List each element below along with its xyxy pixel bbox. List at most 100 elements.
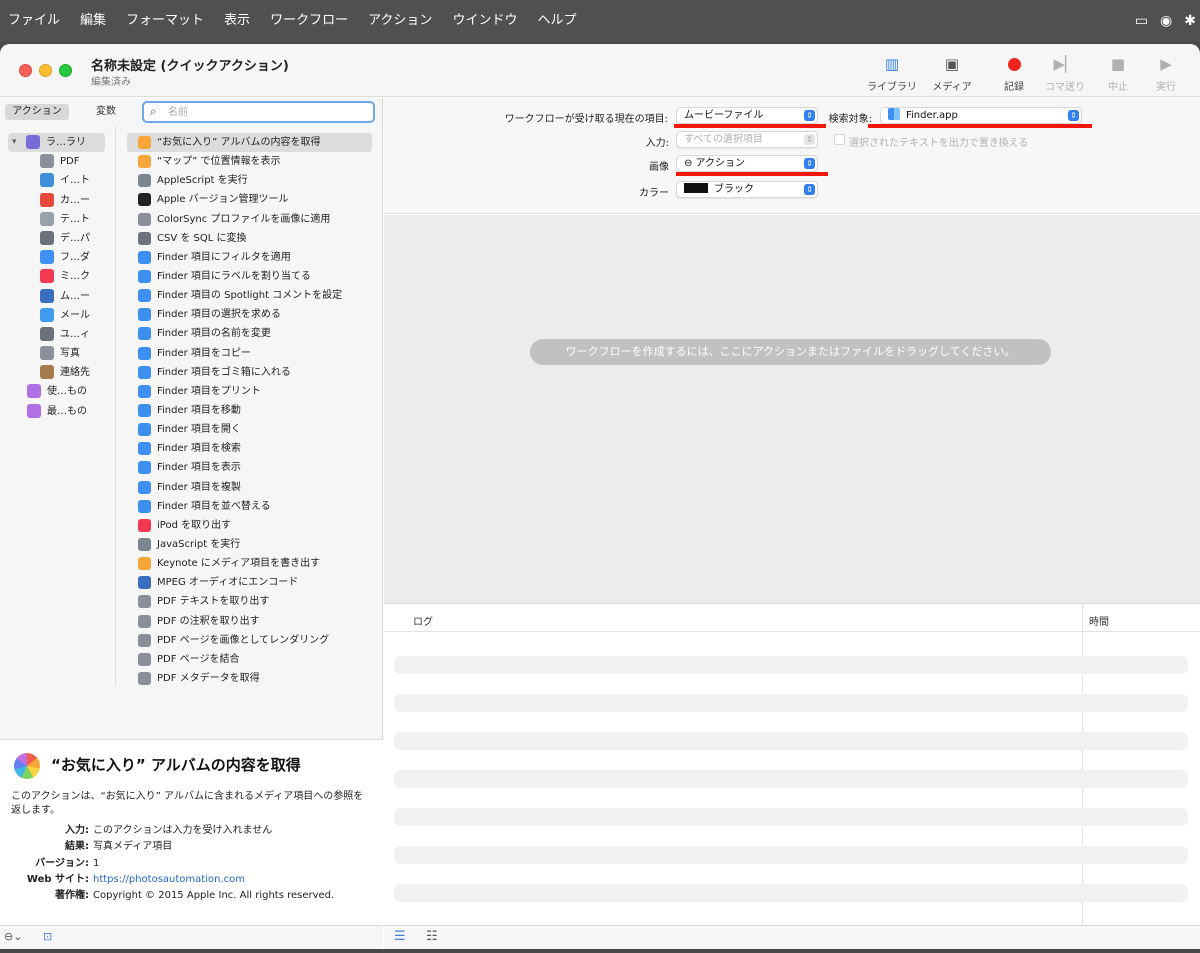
action-item[interactable]: PDF の注釈を取り出す [117,612,383,631]
library-item[interactable]: ユ…ィ [0,325,115,344]
action-item[interactable]: Finder 項目を開く [117,420,383,439]
action-item[interactable]: Finder 項目にフィルタを適用 [117,248,383,267]
action-item[interactable]: ColorSync プロファイルを画像に適用 [117,210,383,229]
action-item-label: Finder 項目を並べ替える [157,500,271,512]
receives-value: ムービーファイル [684,110,764,121]
action-item[interactable]: CSV を SQL に変換 [117,229,383,248]
action-item[interactable]: Apple バージョン管理ツール [117,190,383,209]
action-item-label: PDF ページを画像としてレンダリング [157,634,330,646]
finder-icon [138,327,151,341]
action-item-label: Finder 項目にフィルタを適用 [157,251,291,263]
action-item[interactable]: PDF テキストを取り出す [117,592,383,611]
library-item[interactable]: 連絡先 [0,363,115,382]
action-item[interactable]: Finder 項目を表示 [117,458,383,477]
more-options-icon[interactable]: ⊖⌄ [4,930,22,943]
finder-icon [138,423,151,437]
media-icon: ▣ [944,55,960,73]
bluetooth-icon[interactable]: ✱ [1184,13,1196,29]
step-button[interactable]: ▶▏ コマ送り [1035,53,1095,93]
library-button[interactable]: ▥ ライブラリ [862,53,922,93]
search-field[interactable]: ⌕ [142,101,375,123]
menu-6[interactable]: ウインドウ [442,0,527,42]
action-item[interactable]: Finder 項目をプリント [117,382,383,401]
menu-7[interactable]: ヘルプ [527,0,586,42]
action-item[interactable]: Finder 項目にラベルを割り当てる [117,267,383,286]
airplay-icon[interactable]: ◉ [1160,13,1172,29]
library-item[interactable]: テ…ト [0,210,115,229]
action-item[interactable]: Finder 項目をゴミ箱に入れる [117,363,383,382]
action-item[interactable]: Finder 項目を並べ替える [117,497,383,516]
action-item-label: PDF テキストを取り出す [157,596,270,608]
action-item[interactable]: Finder 項目を検索 [117,439,383,458]
image-popup[interactable]: ⊖ アクション ⇕ [676,155,818,172]
input-popup[interactable]: すべての選択項目 ⇕ [676,131,818,148]
tab-actions[interactable]: アクション [5,104,69,120]
library-item[interactable]: デ…パ [0,229,115,248]
action-item-label: Finder 項目をコピー [157,347,251,359]
finder-icon [138,346,151,360]
action-item[interactable]: Finder 項目を複製 [117,478,383,497]
action-item[interactable]: “お気に入り” アルバムの内容を取得 [127,133,372,153]
color-popup[interactable]: ブラック ⇕ [676,181,818,198]
action-item[interactable]: AppleScript を実行 [117,171,383,190]
time-column-header[interactable]: 時間 [1089,613,1109,628]
library-root-label: ラ…ラリ [46,137,86,148]
menu-5[interactable]: アクション [358,0,442,42]
action-item[interactable]: PDF メタデータを取得 [117,669,383,688]
menu-3[interactable]: 表示 [214,0,260,42]
library-item[interactable]: 最…もの [0,402,115,421]
library-item[interactable]: カ…ー [0,191,115,210]
library-item[interactable]: フ…ダ [0,248,115,267]
library-root[interactable]: ▾ ラ…ラリ [8,133,105,153]
photos-icon [14,753,40,779]
search-input[interactable] [168,105,368,119]
library-item[interactable]: イ…ト [0,171,115,190]
menu-0[interactable]: ファイル [0,0,70,42]
photos-icon [40,346,54,361]
action-item-label: “お気に入り” アルバムの内容を取得 [157,137,321,148]
action-item[interactable]: MPEG オーディオにエンコード [117,573,383,592]
action-item[interactable]: Finder 項目を移動 [117,401,383,420]
workflow-drop-area[interactable]: ワークフローを作成するには、ここにアクションまたはファイルをドラッグしてください… [384,215,1200,603]
search-target-popup[interactable]: Finder.app ⇕ [880,107,1082,124]
list-view-icon[interactable]: ☰ [394,929,406,944]
action-item[interactable]: “マップ” で位置情報を表示 [117,152,383,171]
run-button[interactable]: ▶ 実行 [1136,53,1196,93]
library-item[interactable]: PDF [0,152,115,171]
menu-1[interactable]: 編集 [70,0,116,42]
library-item[interactable]: メール [0,306,115,325]
action-item[interactable]: Finder 項目をコピー [117,344,383,363]
library-item[interactable]: ム…ー [0,287,115,306]
action-item[interactable]: Finder 項目の Spotlight コメントを設定 [117,286,383,305]
library-item[interactable]: 使…もの [0,382,115,401]
contacts-icon [40,365,54,380]
action-item[interactable]: JavaScript を実行 [117,535,383,554]
desc-website-link[interactable]: https://photosautomation.com [93,872,245,888]
close-window-button[interactable] [19,64,32,77]
replace-text-checkbox[interactable] [834,134,845,145]
tab-variables[interactable]: 変数 [78,104,134,120]
action-item[interactable]: Keynote にメディア項目を書き出す [117,554,383,573]
zoom-window-button[interactable] [59,64,72,77]
action-item[interactable]: PDF ページを画像としてレンダリング [117,631,383,650]
action-item[interactable]: iPod を取り出す [117,516,383,535]
smart-folder-icon [27,384,41,399]
media-label: メディア [932,82,972,93]
library-item[interactable]: 写真 [0,344,115,363]
split-view-icon[interactable]: ☷ [426,929,438,944]
action-item[interactable]: Finder 項目の名前を変更 [117,324,383,343]
description-toggle-icon[interactable]: ⊡ [43,930,52,943]
log-column-header[interactable]: ログ [413,613,433,628]
menu-4[interactable]: ワークフロー [260,0,358,42]
action-item-label: Finder 項目を検索 [157,443,241,455]
library-item[interactable]: ミ…ク [0,267,115,286]
receives-popup[interactable]: ムービーファイル ⇕ [676,107,818,124]
display-icon[interactable]: ▭ [1135,13,1148,29]
action-item[interactable]: PDF ページを結合 [117,650,383,669]
minimize-window-button[interactable] [39,64,52,77]
action-item[interactable]: Finder 項目の選択を求める [117,305,383,324]
quicktime-icon [138,576,151,590]
workflow-pane: ワークフローが受け取る現在の項目: ムービーファイル ⇕ 検索対象: Finde… [384,98,1200,949]
menu-2[interactable]: フォーマット [116,0,214,42]
media-button[interactable]: ▣ メディア [922,53,982,93]
